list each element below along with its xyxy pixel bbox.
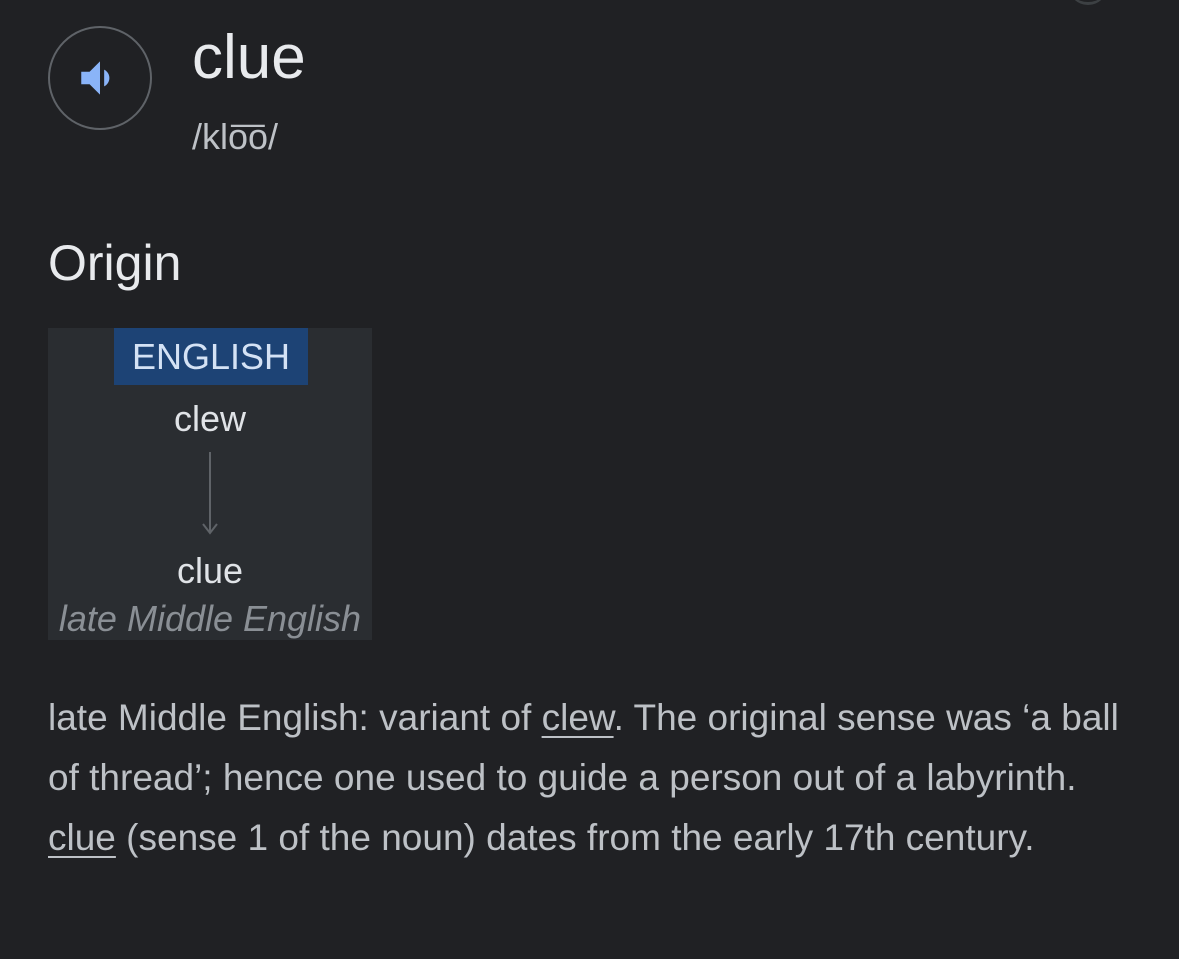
dictionary-card: clue /klo͞o/ Origin ENGLISH clew clue la… bbox=[0, 0, 1179, 959]
pronunciation: /klo͞o/ bbox=[192, 116, 279, 157]
period-label: late Middle English bbox=[58, 598, 362, 639]
origin-text-part: late Middle English: variant of bbox=[48, 697, 542, 738]
language-label: ENGLISH bbox=[114, 328, 308, 385]
source-word: clew bbox=[173, 398, 247, 439]
target-word: clue bbox=[176, 550, 244, 591]
origin-heading: Origin bbox=[48, 235, 182, 291]
clew-link[interactable]: clew bbox=[542, 697, 614, 738]
arrow-down-icon bbox=[202, 452, 218, 535]
headword: clue bbox=[192, 23, 306, 92]
speaker-icon bbox=[75, 53, 125, 103]
clue-link[interactable]: clue bbox=[48, 817, 116, 858]
play-pronunciation-button[interactable] bbox=[48, 26, 152, 130]
origin-text-part: (sense 1 of the noun) dates from the ear… bbox=[115, 817, 1035, 858]
origin-description: late Middle English: variant of clew. Th… bbox=[48, 688, 1138, 868]
partial-ui-arc bbox=[1068, 0, 1108, 5]
etymology-diagram: ENGLISH clew clue late Middle English bbox=[48, 328, 372, 640]
